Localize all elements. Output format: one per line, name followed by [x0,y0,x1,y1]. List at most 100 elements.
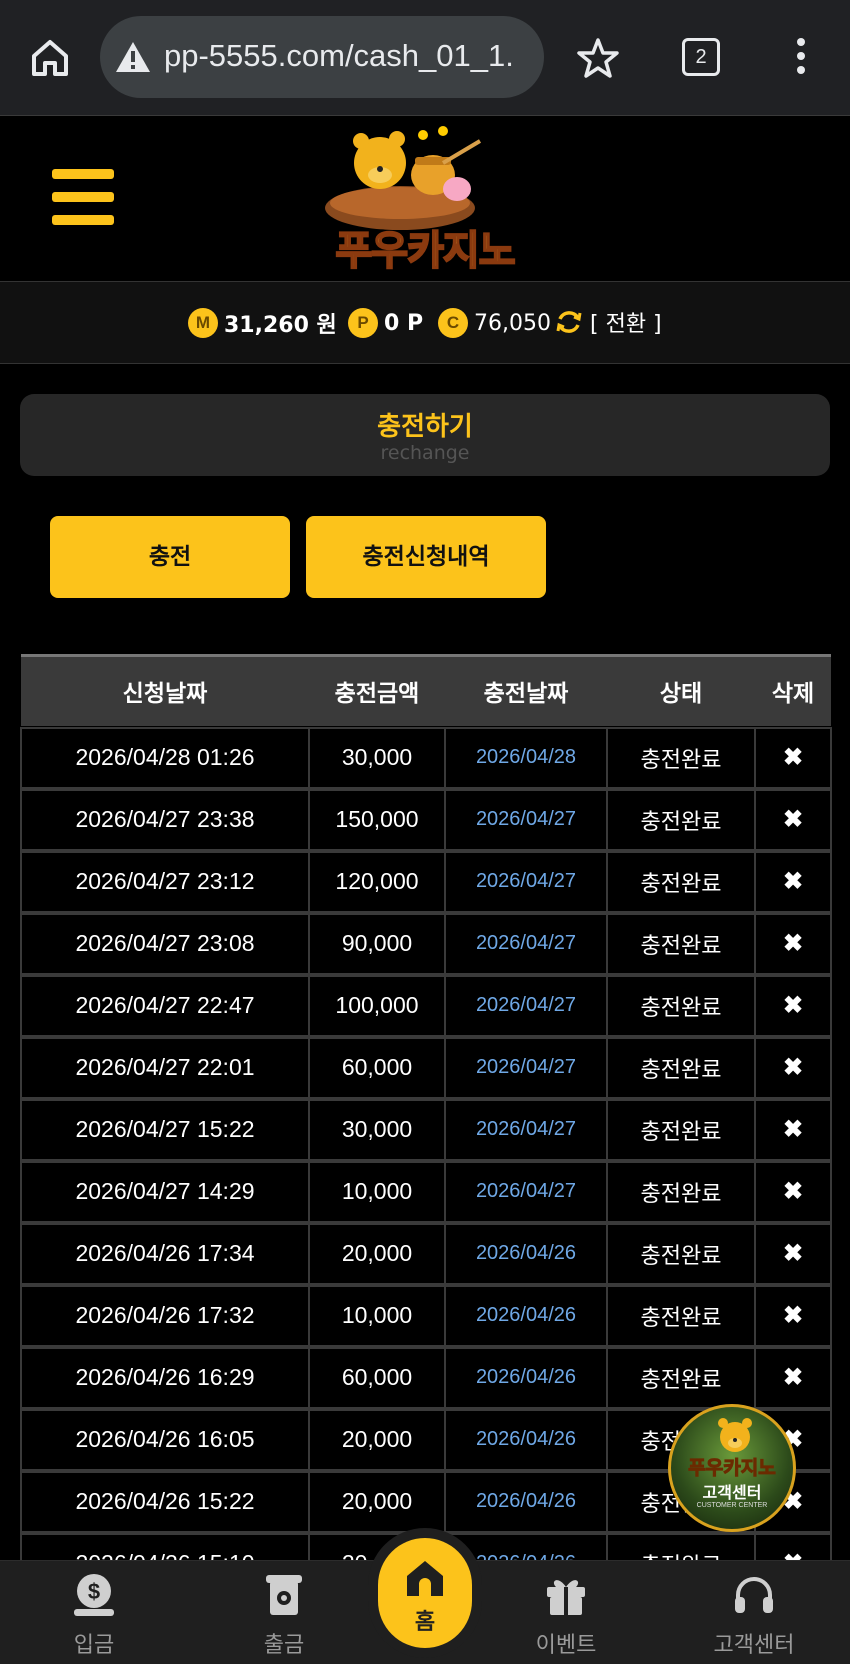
delete-row-button[interactable]: ✖ [754,1222,832,1285]
table-row: 2026/04/27 22:47 100,000 2026/04/27 충전완료 ✖ [20,974,832,1037]
cell-request-date: 2026/04/26 16:05 [20,1408,310,1471]
cell-charge-date: 2026/04/27 [444,850,608,913]
table-row: 2026/04/26 17:34 20,000 2026/04/26 충전완료 ✖ [20,1222,832,1285]
cell-status: 충전완료 [606,726,756,789]
header-request-date: 신청날짜 [21,654,309,726]
header-charge-date: 충전날짜 [445,654,607,726]
cell-request-date: 2026/04/27 15:22 [20,1098,310,1161]
cell-amount: 90,000 [308,912,446,975]
delete-row-button[interactable]: ✖ [754,912,832,975]
point-coin-icon: P [348,308,378,338]
cell-amount: 120,000 [308,850,446,913]
delete-row-button[interactable]: ✖ [754,850,832,913]
nav-support-label: 고객센터 [713,1633,795,1658]
table-row: 2026/04/26 17:32 10,000 2026/04/26 충전완료 ✖ [20,1284,832,1347]
page-title-box: 충전하기 rechange [20,394,830,476]
header-status: 상태 [607,654,755,726]
home-icon [407,1561,443,1596]
nav-event[interactable]: 이벤트 [486,1561,646,1664]
point-balance: P 0 P [348,306,423,340]
cell-amount: 100,000 [308,974,446,1037]
cell-status: 충전완료 [606,1036,756,1099]
atm-withdraw-icon [266,1575,302,1615]
bear-mascot-icon [718,1418,752,1452]
page-title: 충전하기 [377,412,473,442]
delete-row-button[interactable]: ✖ [754,726,832,789]
cell-amount: 10,000 [308,1284,446,1347]
svg-text:$: $ [88,1579,100,1604]
badge-brand-text: 푸우카지노 [688,1457,776,1480]
delete-row-button[interactable]: ✖ [754,1346,832,1409]
badge-title-text: 고객센터 [702,1483,762,1502]
cell-request-date: 2026/04/26 16:29 [20,1346,310,1409]
money-balance: M 31,260 원 [188,306,337,340]
tab-switcher-button[interactable]: 2 [682,38,720,76]
cell-status: 충전완료 [606,850,756,913]
cell-request-date: 2026/04/27 23:08 [20,912,310,975]
money-coin-icon: M [188,308,218,338]
cell-request-date: 2026/04/27 23:38 [20,788,310,851]
charge-button[interactable]: 충전 [50,516,290,598]
delete-row-button[interactable]: ✖ [754,974,832,1037]
cell-amount: 150,000 [308,788,446,851]
cell-status: 충전완료 [606,1160,756,1223]
logo-mascot-image [325,126,482,230]
cell-request-date: 2026/04/28 01:26 [20,726,310,789]
balance-bar: M 31,260 원 P 0 P C 76,050 [ 전환 ] [0,282,850,364]
nav-withdraw[interactable]: 출금 [204,1561,364,1664]
delete-row-button[interactable]: ✖ [754,1284,832,1347]
cell-status: 충전완료 [606,1222,756,1285]
nav-deposit[interactable]: $ 입금 [14,1561,174,1664]
charge-history-button[interactable]: 충전신청내역 [306,516,546,598]
cell-request-date: 2026/04/27 22:01 [20,1036,310,1099]
cell-request-date: 2026/04/26 15:22 [20,1470,310,1533]
casino-amount: 76,050 [474,310,551,336]
nav-support[interactable]: 고객센터 [674,1561,834,1664]
header-delete: 삭제 [755,654,831,726]
cell-status: 충전완료 [606,912,756,975]
nav-home-label: 홈 [414,1610,436,1635]
warning-icon[interactable] [114,40,152,74]
table-row: 2026/04/28 01:26 30,000 2026/04/28 충전완료 ✖ [20,726,832,789]
cell-charge-date: 2026/04/27 [444,1160,608,1223]
cell-request-date: 2026/04/26 17:34 [20,1222,310,1285]
table-row: 2026/04/27 22:01 60,000 2026/04/27 충전완료 ✖ [20,1036,832,1099]
site-logo[interactable]: 푸우카지노 [305,123,545,275]
casino-coin-icon: C [438,308,468,338]
address-bar[interactable]: pp-5555.com/cash_01_1. [100,16,544,98]
cell-charge-date: 2026/04/26 [444,1470,608,1533]
site-header: 푸우카지노 [0,117,850,282]
cell-charge-date: 2026/04/26 [444,1408,608,1471]
cell-amount: 20,000 [308,1222,446,1285]
cell-amount: 60,000 [308,1036,446,1099]
overflow-menu-icon[interactable] [788,38,814,78]
bookmark-star-icon[interactable] [576,36,620,80]
cell-charge-date: 2026/04/27 [444,974,608,1037]
badge-subtitle-text: CUSTOMER CENTER [696,1502,768,1509]
delete-row-button[interactable]: ✖ [754,1036,832,1099]
customer-center-floating-button[interactable]: 푸우카지노 고객센터 CUSTOMER CENTER [668,1404,796,1532]
logo-text: 푸우카지노 [335,227,517,275]
nav-withdraw-label: 출금 [263,1633,305,1658]
hamburger-menu-icon[interactable] [52,169,114,225]
cell-amount: 30,000 [308,1098,446,1161]
cell-charge-date: 2026/04/27 [444,912,608,975]
cell-status: 충전완료 [606,1098,756,1161]
home-icon[interactable] [28,36,72,80]
delete-row-button[interactable]: ✖ [754,1160,832,1223]
cell-request-date: 2026/04/27 23:12 [20,850,310,913]
browser-toolbar: pp-5555.com/cash_01_1. 2 [0,0,850,116]
table-row: 2026/04/26 16:29 60,000 2026/04/26 충전완료 ✖ [20,1346,832,1409]
cell-charge-date: 2026/04/26 [444,1222,608,1285]
nav-home[interactable]: 홈 [378,1538,472,1648]
cell-request-date: 2026/04/27 14:29 [20,1160,310,1223]
cell-charge-date: 2026/04/26 [444,1346,608,1409]
convert-button[interactable]: [ 전환 ] [554,306,662,338]
header-amount: 충전금액 [309,654,445,726]
cell-status: 충전완료 [606,788,756,851]
money-amount: 31,260 원 [224,313,337,338]
cell-request-date: 2026/04/27 22:47 [20,974,310,1037]
delete-row-button[interactable]: ✖ [754,788,832,851]
delete-row-button[interactable]: ✖ [754,1098,832,1161]
cell-amount: 10,000 [308,1160,446,1223]
